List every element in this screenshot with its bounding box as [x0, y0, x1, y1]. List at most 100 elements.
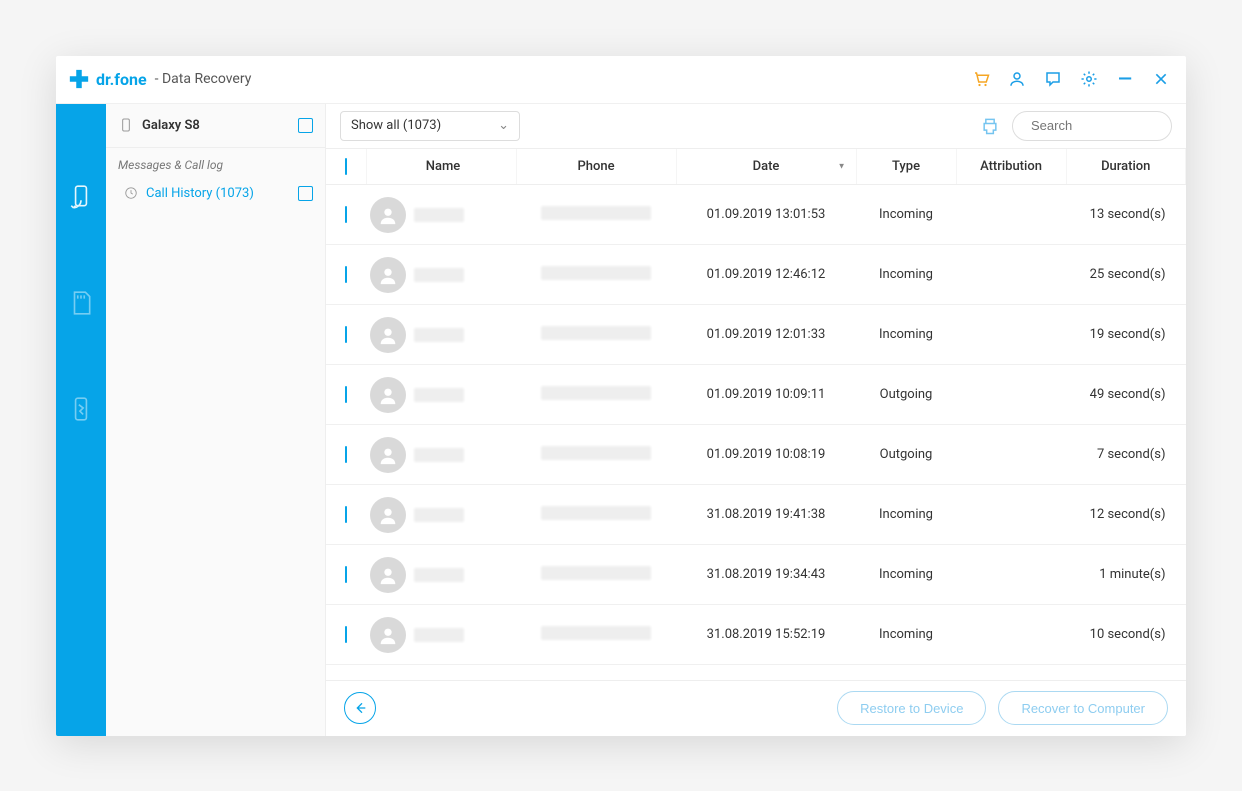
footer: Restore to Device Recover to Computer: [326, 680, 1186, 736]
col-date[interactable]: Date: [676, 149, 856, 185]
cell-type: Incoming: [856, 485, 956, 545]
name-redacted: [414, 268, 464, 282]
main-content: Show all (1073) ⌄: [326, 104, 1186, 736]
table-row[interactable]: 01.09.2019 10:09:11Outgoing49 second(s): [326, 365, 1186, 425]
col-phone[interactable]: Phone: [516, 149, 676, 185]
col-duration[interactable]: Duration: [1066, 149, 1186, 185]
cell-attribution: [956, 425, 1066, 485]
row-checkbox[interactable]: [345, 266, 347, 283]
app-subtitle: - Data Recovery: [155, 71, 252, 87]
cell-attribution: [956, 365, 1066, 425]
name-redacted: [414, 328, 464, 342]
col-attribution[interactable]: Attribution: [956, 149, 1066, 185]
search-box[interactable]: [1012, 111, 1172, 141]
search-input[interactable]: [1031, 118, 1186, 133]
call-history-table: Name Phone Date Type Attribution Duratio…: [326, 148, 1186, 680]
table-row[interactable]: 01.09.2019 12:01:33Incoming19 second(s): [326, 305, 1186, 365]
table-row[interactable]: 01.09.2019 12:46:12Incoming25 second(s): [326, 245, 1186, 305]
cell-duration: 1 minute(s): [1066, 545, 1186, 605]
row-checkbox[interactable]: [345, 446, 347, 463]
table-row[interactable]: 31.08.2019 19:41:38Incoming12 second(s): [326, 485, 1186, 545]
toolbar: Show all (1073) ⌄: [326, 104, 1186, 148]
phone-redacted: [541, 506, 651, 520]
row-checkbox[interactable]: [345, 326, 347, 343]
cell-attribution: [956, 305, 1066, 365]
sidebar-item-call-history[interactable]: Call History (1073): [106, 180, 325, 207]
rail-sdcard-icon[interactable]: [68, 290, 94, 316]
device-row[interactable]: Galaxy S8: [106, 104, 325, 148]
row-checkbox[interactable]: [345, 386, 347, 403]
avatar-icon: [370, 257, 406, 293]
col-name[interactable]: Name: [366, 149, 516, 185]
row-checkbox[interactable]: [345, 566, 347, 583]
avatar-icon: [370, 437, 406, 473]
filter-value: Show all (1073): [351, 118, 441, 133]
settings-icon[interactable]: [1080, 70, 1098, 88]
cell-type: Incoming: [856, 545, 956, 605]
filter-select[interactable]: Show all (1073) ⌄: [340, 111, 520, 141]
phone-redacted: [541, 566, 651, 580]
cell-date: 31.08.2019 15:52:19: [676, 605, 856, 665]
call-history-checkbox[interactable]: [298, 186, 313, 201]
cell-type: Incoming: [856, 605, 956, 665]
sidebar: Galaxy S8 Messages & Call log Call Histo…: [106, 104, 326, 736]
table-row[interactable]: 01.09.2019 13:01:53Incoming13 second(s): [326, 185, 1186, 245]
cell-duration: 10 second(s): [1066, 605, 1186, 665]
nav-rail: [56, 104, 106, 736]
rail-phone-recover-icon[interactable]: [68, 184, 94, 210]
phone-redacted: [541, 266, 651, 280]
cell-attribution: [956, 545, 1066, 605]
restore-to-device-button[interactable]: Restore to Device: [837, 691, 986, 725]
row-checkbox[interactable]: [345, 626, 347, 643]
cell-attribution: [956, 485, 1066, 545]
brand-text: dr.fone: [96, 70, 147, 89]
device-checkbox[interactable]: [298, 118, 313, 133]
avatar-icon: [370, 317, 406, 353]
phone-redacted: [541, 326, 651, 340]
feedback-icon[interactable]: [1044, 70, 1062, 88]
table-row[interactable]: 01.09.2019 10:08:19Outgoing7 second(s): [326, 425, 1186, 485]
rail-broken-phone-icon[interactable]: [68, 396, 94, 422]
select-all-checkbox[interactable]: [345, 158, 347, 175]
back-button[interactable]: [344, 692, 376, 724]
cell-type: Incoming: [856, 305, 956, 365]
phone-redacted: [541, 206, 651, 220]
cell-date: 01.09.2019 12:01:33: [676, 305, 856, 365]
name-redacted: [414, 208, 464, 222]
avatar-icon: [370, 557, 406, 593]
titlebar: dr.fone - Data Recovery —: [56, 56, 1186, 104]
app-window: dr.fone - Data Recovery —: [56, 56, 1186, 736]
cell-type: Incoming: [856, 185, 956, 245]
phone-icon: [118, 117, 134, 133]
name-redacted: [414, 508, 464, 522]
print-icon[interactable]: [980, 116, 1000, 136]
user-icon[interactable]: [1008, 70, 1026, 88]
cell-duration: 12 second(s): [1066, 485, 1186, 545]
cell-type: Outgoing: [856, 425, 956, 485]
avatar-icon: [370, 497, 406, 533]
cell-date: 01.09.2019 13:01:53: [676, 185, 856, 245]
avatar-icon: [370, 377, 406, 413]
row-checkbox[interactable]: [345, 506, 347, 523]
recover-to-computer-button[interactable]: Recover to Computer: [998, 691, 1168, 725]
cell-attribution: [956, 185, 1066, 245]
cart-icon[interactable]: [972, 70, 990, 88]
clock-icon: [124, 186, 138, 200]
group-messages-calllog: Messages & Call log: [106, 148, 325, 180]
phone-redacted: [541, 386, 651, 400]
cell-duration: 49 second(s): [1066, 365, 1186, 425]
cell-type: Incoming: [856, 245, 956, 305]
sidebar-item-label: Call History (1073): [146, 186, 290, 201]
row-checkbox[interactable]: [345, 206, 347, 223]
table-row[interactable]: 31.08.2019 15:52:19Incoming 10 second(s): [326, 605, 1186, 665]
col-type[interactable]: Type: [856, 149, 956, 185]
minimize-button[interactable]: —: [1116, 70, 1134, 88]
name-redacted: [414, 568, 464, 582]
app-logo: dr.fone: [68, 68, 147, 90]
cell-type: Outgoing: [856, 365, 956, 425]
cell-duration: 7 second(s): [1066, 425, 1186, 485]
phone-redacted: [541, 446, 651, 460]
table-row[interactable]: 31.08.2019 19:34:43Incoming1 minute(s): [326, 545, 1186, 605]
close-button[interactable]: [1152, 70, 1170, 88]
cell-attribution: [956, 605, 1066, 665]
